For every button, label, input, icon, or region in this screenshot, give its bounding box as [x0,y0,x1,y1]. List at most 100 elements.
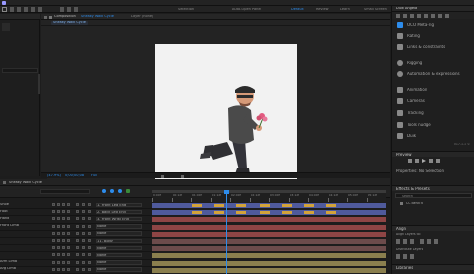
layer-switch-icon[interactable] [62,210,65,214]
last-frame-icon[interactable] [436,159,440,163]
play-icon[interactable] [422,159,426,163]
duik-tool-icon[interactable] [445,13,449,18]
layer-mode-icon[interactable] [82,260,85,264]
layer-mode-icon[interactable] [88,253,91,257]
duik-item-links[interactable]: Links & constraints [392,43,474,52]
layer-tab[interactable]: Layer (none) [131,15,153,19]
timeline-tab[interactable]: Sneaky Walk Cycle [9,181,42,185]
layer-duration-bar[interactable] [152,253,386,259]
next-frame-icon[interactable] [429,159,433,163]
duik-tool-icon[interactable] [438,13,442,18]
layer-switch-icon[interactable] [67,231,70,235]
layer-row[interactable]: Front Limb None [0,224,152,231]
grid-icon[interactable] [181,174,184,178]
layer-mode-icon[interactable] [76,231,79,235]
layer-switch-icon[interactable] [67,260,70,264]
layer-mode-icon[interactable] [82,224,85,228]
layer-switch-icon[interactable] [57,260,60,264]
align-top-icon[interactable] [420,239,424,244]
align-middle-icon[interactable] [427,239,431,244]
shy-icon[interactable] [110,189,114,193]
layer-mode-icon[interactable] [88,210,91,214]
keyframe-marker[interactable] [214,210,224,214]
composition-viewer[interactable] [47,27,390,187]
duik-item-rigging[interactable]: Rigging [392,59,474,68]
camera-view-icon[interactable] [161,174,164,178]
keyframe-marker[interactable] [260,203,270,207]
camera-tool-icon[interactable] [38,7,42,12]
layer-mode-icon[interactable] [82,217,85,221]
parent-select[interactable]: 1. Front Leg End [96,202,142,207]
align-left-icon[interactable] [396,239,400,244]
text-tool-icon[interactable] [67,7,71,12]
duik-item-automation[interactable]: Automation & expressions [392,70,474,79]
layer-mode-icon[interactable] [88,217,91,221]
layer-switch-icon[interactable] [52,231,55,235]
keyframe-marker[interactable] [236,210,246,214]
parent-select[interactable]: None [96,245,142,251]
keyframe-marker[interactable] [192,203,202,207]
layer-switch-icon[interactable] [67,246,70,250]
layer-switch-icon[interactable] [67,210,70,214]
distribute-icon[interactable] [396,254,400,259]
effects-list-item[interactable]: CC Bend It [392,200,474,207]
layer-switch-icon[interactable] [57,217,60,221]
layer-switch-icon[interactable] [67,253,70,257]
keyframe-marker[interactable] [282,203,292,207]
workspace-learn[interactable]: Learn [340,8,350,12]
layer-mode-icon[interactable] [76,203,79,206]
duik-item-tracking[interactable]: Tracking [392,109,474,118]
duik-item-tools[interactable]: Tools nudge [392,121,474,130]
layer-switch-icon[interactable] [57,253,60,257]
layer-mode-icon[interactable] [76,239,79,242]
composition-canvas[interactable] [155,44,297,186]
prev-frame-icon[interactable] [415,159,419,163]
layer-duration-bar[interactable] [152,260,386,266]
keyframe-marker[interactable] [304,203,314,207]
parent-select[interactable]: None [96,252,142,258]
layer-mode-icon[interactable] [76,246,79,250]
layer-row[interactable]: None [0,231,152,238]
layer-row[interactable]: None [0,252,152,260]
layer-switch-icon[interactable] [57,210,60,214]
layer-switch-icon[interactable] [57,267,60,271]
playhead[interactable] [226,190,227,274]
layer-switch-icon[interactable] [62,260,65,264]
duik-tool-icon[interactable] [417,13,421,18]
layer-switch-icon[interactable] [67,267,70,271]
layer-row[interactable]: Hand 3. Front Wrist End [0,216,152,224]
effects-search-input[interactable]: Search [395,193,472,198]
layer-mode-icon[interactable] [88,267,91,271]
workspace-small-screen[interactable]: Small Screen [364,8,387,12]
layer-switch-icon[interactable] [52,217,55,221]
layer-duration-bar[interactable] [152,217,386,223]
layer-mode-icon[interactable] [88,203,91,206]
layer-switch-icon[interactable] [52,239,55,242]
layer-mode-icon[interactable] [88,239,91,242]
parent-select[interactable]: 2. Back Leg End [96,209,142,215]
parent-select[interactable]: None [96,224,142,229]
layer-mode-icon[interactable] [82,210,85,214]
layer-mode-icon[interactable] [82,239,85,242]
zoom-tool-icon[interactable] [24,7,28,12]
layer-switch-icon[interactable] [67,203,70,206]
motion-blur-icon[interactable] [118,189,122,193]
workspace-default[interactable]: Default [291,8,304,12]
layer-mode-icon[interactable] [76,253,79,257]
layer-switch-icon[interactable] [67,239,70,242]
layer-switch-icon[interactable] [62,217,65,221]
layer-row[interactable]: Foot 2. Back Leg End [0,209,152,217]
workspace-review[interactable]: Review [316,8,329,12]
first-frame-icon[interactable] [408,159,412,163]
layer-row[interactable]: 11. Body [0,238,152,246]
resolution-select[interactable]: Full [91,174,97,178]
layer-switch-icon[interactable] [67,224,70,228]
layer-duration-bar[interactable] [152,246,386,252]
layer-switch-icon[interactable] [52,224,55,228]
layer-switch-icon[interactable] [52,267,55,271]
keyframe-marker[interactable] [236,203,246,207]
project-scrollbar[interactable] [38,74,40,94]
layer-switch-icon[interactable] [57,239,60,242]
parent-select[interactable]: 11. Body [96,238,142,243]
timecode-display[interactable]: 0;00;00;08 [65,174,84,178]
